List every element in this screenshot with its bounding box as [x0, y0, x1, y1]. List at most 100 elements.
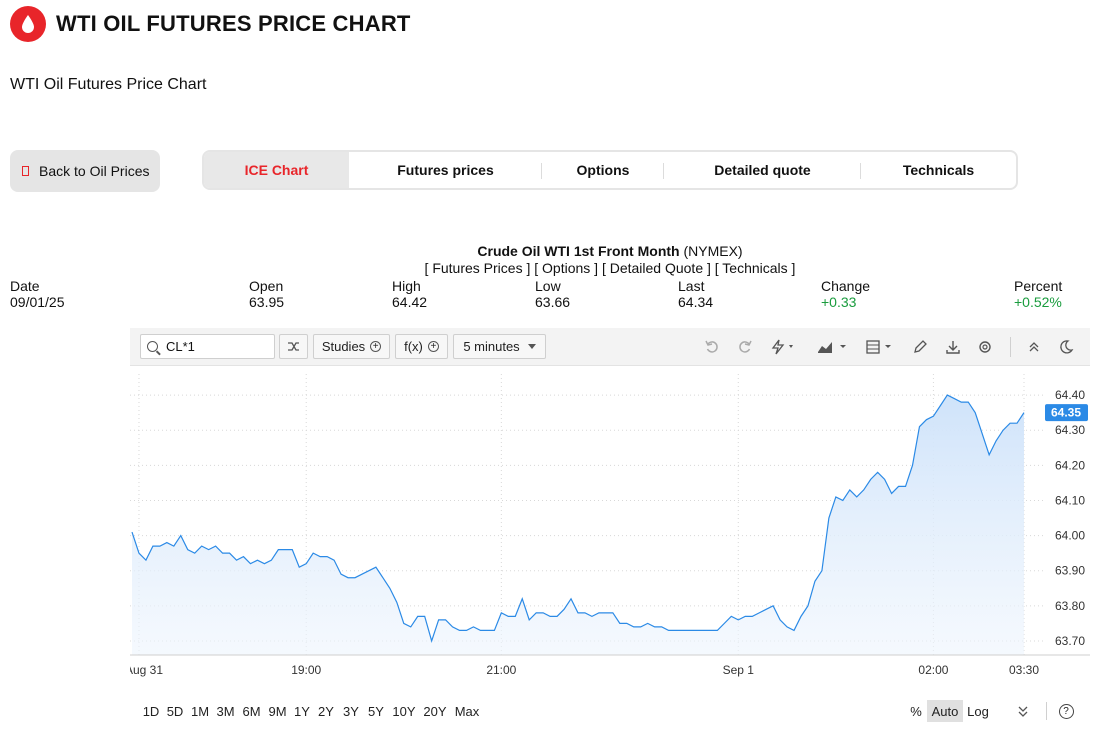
log-scale-button[interactable]: Log [964, 700, 992, 722]
price-point [855, 495, 858, 498]
chevrons-down-icon[interactable] [1013, 700, 1033, 722]
stat-date: Date 09/01/25 [10, 278, 65, 310]
function-button[interactable]: f(x) + [395, 334, 448, 359]
price-point [827, 517, 830, 520]
range-button-max[interactable]: Max [451, 700, 483, 722]
studies-button[interactable]: Studies + [313, 334, 390, 359]
price-point [165, 541, 168, 544]
interval-label: 5 minutes [463, 339, 520, 354]
price-point [632, 625, 635, 628]
price-point [465, 629, 468, 632]
price-point [988, 453, 991, 456]
range-button-1y[interactable]: 1Y [291, 700, 313, 722]
undo-icon[interactable] [704, 338, 720, 356]
tab-technicals[interactable]: Technicals [861, 152, 1016, 188]
price-point [716, 629, 719, 632]
price-point [500, 611, 503, 614]
range-button-3y[interactable]: 3Y [339, 700, 363, 722]
download-icon[interactable] [945, 338, 961, 356]
price-point [535, 611, 538, 614]
chart-toolbar: CL*1 Studies + f(x) + 5 minutes [130, 328, 1090, 366]
stat-low: Low 63.66 [535, 278, 570, 310]
stat-label: Last [678, 278, 705, 294]
price-point [360, 573, 363, 576]
price-point [235, 559, 238, 562]
tab-label: ICE Chart [244, 162, 309, 178]
tab-label: Technicals [902, 162, 975, 178]
quote-heading: Crude Oil WTI 1st Front Month (NYMEX) [0, 243, 1095, 260]
y-tick-label: 64.00 [1055, 529, 1085, 543]
chart-type-icon[interactable] [816, 338, 850, 356]
price-point [277, 548, 280, 551]
stat-value: +0.33 [821, 294, 857, 310]
price-point [848, 488, 851, 491]
price-point [876, 471, 879, 474]
y-tick-label: 64.40 [1055, 388, 1085, 402]
quote-links[interactable]: [ Futures Prices ] [ Options ] [ Detaile… [0, 260, 1095, 277]
price-point [367, 569, 370, 572]
compare-button[interactable] [279, 334, 308, 359]
gear-icon[interactable] [977, 338, 993, 356]
redo-icon[interactable] [737, 338, 753, 356]
symbol-search-input[interactable]: CL*1 [140, 334, 275, 359]
range-button-20y[interactable]: 20Y [420, 700, 450, 722]
help-button[interactable]: ? [1057, 700, 1075, 722]
pencil-icon[interactable] [912, 338, 928, 356]
help-icon: ? [1058, 703, 1074, 719]
search-icon [147, 341, 158, 352]
price-point [953, 397, 956, 400]
price-point [1023, 411, 1026, 414]
shuffle-icon [288, 342, 299, 351]
auto-scale-button[interactable]: Auto [927, 700, 963, 722]
tab-futures-prices[interactable]: Futures prices [349, 152, 542, 188]
price-point [179, 534, 182, 537]
price-point [772, 604, 775, 607]
price-point [563, 608, 566, 611]
price-point [800, 615, 803, 618]
back-to-oil-prices-button[interactable]: Back to Oil Prices [10, 150, 160, 192]
collapse-icon[interactable] [1027, 338, 1041, 356]
stat-value: 64.34 [678, 294, 714, 310]
lightning-icon[interactable] [770, 338, 798, 356]
interval-select[interactable]: 5 minutes [453, 334, 546, 359]
price-point [751, 615, 754, 618]
tab-ice-chart[interactable]: ICE Chart [204, 152, 349, 188]
price-point [590, 615, 593, 618]
price-chart-plot[interactable]: 64.40 64.30 64.20 64.10 64.00 63.90 63.80 63.70… [130, 366, 1090, 722]
price-point [653, 625, 656, 628]
price-point [444, 618, 447, 621]
price-point [458, 629, 461, 632]
price-point [514, 615, 517, 618]
chevron-down-icon [527, 344, 536, 349]
percent-scale-button[interactable]: % [908, 700, 924, 722]
range-button-9m[interactable]: 9M [265, 700, 290, 722]
layout-icon[interactable] [865, 338, 897, 356]
tab-detailed-quote[interactable]: Detailed quote [664, 152, 861, 188]
stat-open: Open 63.95 [249, 278, 284, 310]
range-button-3m[interactable]: 3M [213, 700, 238, 722]
price-point [737, 618, 740, 621]
price-point [388, 587, 391, 590]
range-button-10y[interactable]: 10Y [389, 700, 419, 722]
price-point [347, 576, 350, 579]
stat-label: Change [821, 278, 871, 294]
range-button-1d[interactable]: 1D [140, 700, 162, 722]
range-button-6m[interactable]: 6M [239, 700, 264, 722]
range-button-2y[interactable]: 2Y [314, 700, 338, 722]
price-point [793, 629, 796, 632]
price-point [312, 552, 315, 555]
range-button-5y[interactable]: 5Y [364, 700, 388, 722]
price-point [890, 492, 893, 495]
price-point [841, 499, 844, 502]
range-button-5d[interactable]: 5D [163, 700, 187, 722]
stat-last: Last 64.34 [678, 278, 713, 310]
stat-value: 64.42 [392, 294, 428, 310]
price-chart-widget: CL*1 Studies + f(x) + 5 minutes 64.40 64… [130, 328, 1090, 722]
price-point [228, 552, 231, 555]
price-point [472, 625, 475, 628]
x-tick-label: 03:30 [1009, 663, 1039, 677]
tab-options[interactable]: Options [542, 152, 664, 188]
moon-icon[interactable] [1058, 338, 1074, 356]
price-point [660, 625, 663, 628]
range-button-1m[interactable]: 1M [188, 700, 212, 722]
